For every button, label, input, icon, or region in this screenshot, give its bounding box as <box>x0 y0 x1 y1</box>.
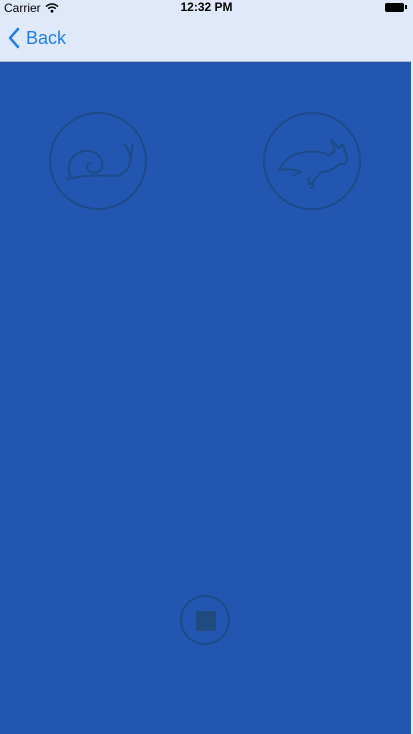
stop-icon <box>196 611 216 631</box>
stop-button[interactable] <box>180 595 230 645</box>
status-bar: Carrier 12:32 PM <box>0 0 413 15</box>
chevron-left-icon <box>8 27 20 49</box>
back-label: Back <box>26 27 67 48</box>
status-time: 12:32 PM <box>180 0 233 14</box>
fast-speed-button[interactable] <box>263 112 361 210</box>
battery-icon <box>385 2 407 12</box>
navigation-bar: Back <box>0 15 413 62</box>
snail-icon <box>66 143 134 180</box>
back-button[interactable]: Back <box>8 24 66 52</box>
rabbit-icon <box>278 139 348 189</box>
slow-speed-button[interactable] <box>49 112 147 210</box>
